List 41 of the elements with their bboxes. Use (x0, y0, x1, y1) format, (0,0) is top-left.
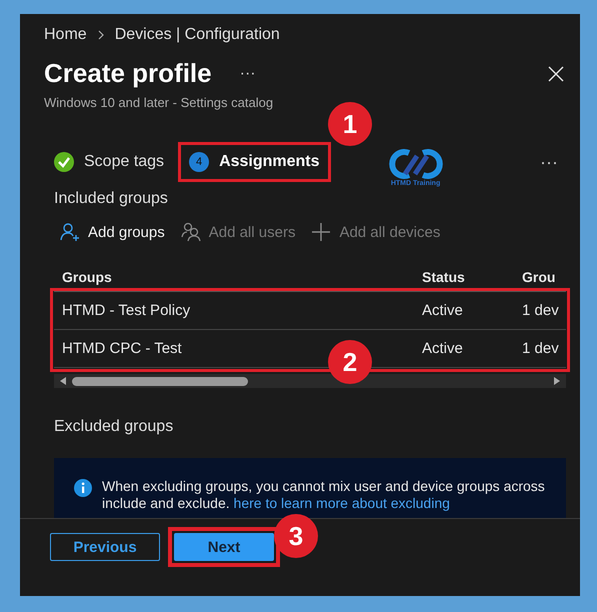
logo-icon (386, 148, 445, 180)
wizard-step[interactable]: Scope tags (44, 142, 172, 182)
close-button[interactable] (546, 64, 566, 84)
column-header: Groups (62, 268, 113, 284)
info-icon (74, 479, 92, 497)
toolbar-button[interactable]: Add groups (60, 220, 165, 244)
wizard-step[interactable]: 4 Assignments (178, 142, 331, 182)
scroll-left-icon (60, 377, 66, 385)
scroll-right-icon (554, 377, 560, 385)
more-button[interactable]: ··· (540, 152, 558, 172)
add-person-icon (60, 222, 80, 242)
learn-more-link[interactable]: here to learn more about excluding (234, 495, 450, 511)
table-cell-text: 1 dev (522, 340, 560, 357)
annotation-badge: 2 (328, 340, 372, 384)
next-button[interactable]: Next (174, 533, 274, 561)
column-header: Status (422, 268, 466, 284)
breadcrumb-link[interactable]: Devices | Configuration (114, 26, 280, 44)
page-subtitle: Windows 10 and later - Settings catalog (44, 95, 274, 110)
chevron-icon (96, 30, 105, 40)
people-icon (180, 222, 201, 242)
table-cell-text: Active (422, 340, 464, 357)
annotation-badge: 3 (274, 514, 318, 558)
more-button[interactable]: ··· (240, 64, 256, 82)
table-cell-text: Active (422, 302, 464, 319)
step-number: 4 (189, 152, 210, 172)
annotation-badge: 1 (328, 102, 372, 146)
column-header: Grou (522, 268, 556, 284)
check-icon (54, 152, 74, 172)
section-heading: Included groups (53, 190, 169, 208)
page-title: Create profile (44, 58, 212, 89)
breadcrumb-link[interactable]: Home (44, 26, 87, 44)
plus-icon (311, 222, 332, 242)
previous-button[interactable]: Previous (50, 533, 160, 561)
table-cell-text: HTMD - Test Policy (62, 302, 192, 319)
info-message: When excluding groups, you cannot mix user and device groups across include and exclude. here to learn more about excluding (102, 478, 546, 512)
section-heading: Excluded groups (53, 418, 174, 436)
step-label: Assignments (219, 153, 320, 171)
table-cell-text: 1 dev (522, 302, 560, 319)
table-cell-text: HTMD CPC - Test (62, 340, 183, 357)
close-icon (548, 66, 564, 82)
step-label: Scope tags (84, 153, 164, 171)
